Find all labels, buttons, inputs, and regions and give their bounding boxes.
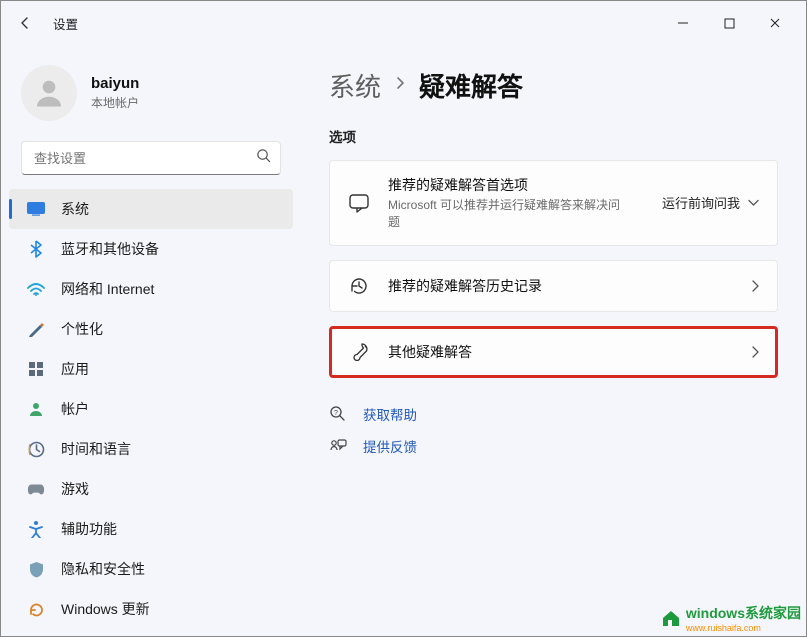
sidebar-item-apps[interactable]: 应用 <box>9 349 293 389</box>
sidebar-item-network[interactable]: 网络和 Internet <box>9 269 293 309</box>
card-recommended-history[interactable]: 推荐的疑难解答历史记录 <box>329 260 778 312</box>
user-subtitle: 本地帐户 <box>91 94 139 111</box>
privacy-icon <box>27 560 45 578</box>
watermark-brand: windows系统家园 <box>686 605 801 621</box>
accessibility-icon <box>27 520 45 538</box>
sidebar-item-privacy[interactable]: 隐私和安全性 <box>9 549 293 589</box>
sidebar-item-system[interactable]: 系统 <box>9 189 293 229</box>
sidebar-item-windows-update[interactable]: Windows 更新 <box>9 589 293 629</box>
sidebar-item-label: 系统 <box>61 199 89 219</box>
sidebar-item-label: 隐私和安全性 <box>61 559 145 579</box>
footer-links: ? 获取帮助 提供反馈 <box>329 404 778 456</box>
content: 系统 疑难解答 选项 推荐的疑难解答首选项 Microsoft 可以推荐并运行疑… <box>301 45 806 636</box>
window-controls <box>660 7 798 39</box>
preference-select[interactable]: 运行前询问我 <box>662 193 759 212</box>
gaming-icon <box>27 480 45 498</box>
system-icon <box>27 200 45 218</box>
time-icon <box>27 440 45 458</box>
sidebar: baiyun 本地帐户 系统 蓝牙和其他设备 <box>1 45 301 636</box>
select-label: 运行前询问我 <box>662 193 740 212</box>
sidebar-item-label: 应用 <box>61 359 89 379</box>
breadcrumb-root[interactable]: 系统 <box>329 67 381 104</box>
svg-text:?: ? <box>334 410 338 417</box>
personalize-icon <box>27 320 45 338</box>
close-icon <box>769 17 781 29</box>
sidebar-item-label: 帐户 <box>61 399 89 419</box>
wrench-icon <box>348 341 370 363</box>
chevron-right-icon <box>751 280 759 292</box>
minimize-icon <box>677 17 689 29</box>
maximize-button[interactable] <box>706 7 752 39</box>
card-title: 推荐的疑难解答首选项 <box>388 175 644 195</box>
card-other-troubleshooters[interactable]: 其他疑难解答 <box>329 326 778 378</box>
card-subtitle: Microsoft 可以推荐并运行疑难解答来解决问题 <box>388 197 628 231</box>
chevron-right-icon <box>751 346 759 358</box>
card-recommended-preferences: 推荐的疑难解答首选项 Microsoft 可以推荐并运行疑难解答来解决问题 运行… <box>329 160 778 246</box>
apps-icon <box>27 360 45 378</box>
sidebar-item-label: Windows 更新 <box>61 599 150 619</box>
breadcrumb-current: 疑难解答 <box>419 67 523 104</box>
user-icon <box>31 75 67 111</box>
get-help-link[interactable]: ? 获取帮助 <box>329 404 778 424</box>
feedback-icon <box>329 438 347 454</box>
sidebar-item-label: 辅助功能 <box>61 519 117 539</box>
sidebar-item-gaming[interactable]: 游戏 <box>9 469 293 509</box>
user-block[interactable]: baiyun 本地帐户 <box>1 53 301 141</box>
settings-window: 设置 baiyun 本地帐户 <box>0 0 807 637</box>
link-label: 提供反馈 <box>363 436 417 456</box>
watermark: windows系统家园 www.ruishaifa.com <box>660 603 801 633</box>
nav: 系统 蓝牙和其他设备 网络和 Internet 个性化 应用 <box>1 189 301 629</box>
section-label: 选项 <box>329 126 778 146</box>
history-icon <box>348 275 370 297</box>
window-title: 设置 <box>53 14 78 33</box>
sidebar-item-accessibility[interactable]: 辅助功能 <box>9 509 293 549</box>
user-text: baiyun 本地帐户 <box>91 75 139 111</box>
watermark-url: www.ruishaifa.com <box>686 623 801 633</box>
chevron-down-icon <box>748 195 759 210</box>
back-button[interactable] <box>9 7 41 39</box>
body: baiyun 本地帐户 系统 蓝牙和其他设备 <box>1 45 806 636</box>
chevron-right-icon <box>395 76 405 95</box>
card-title: 其他疑难解答 <box>388 342 733 362</box>
search-input[interactable] <box>21 141 281 175</box>
card-title: 推荐的疑难解答历史记录 <box>388 276 733 296</box>
minimize-button[interactable] <box>660 7 706 39</box>
arrow-left-icon <box>17 15 33 31</box>
sidebar-item-accounts[interactable]: 帐户 <box>9 389 293 429</box>
sidebar-item-label: 游戏 <box>61 479 89 499</box>
sidebar-item-time-language[interactable]: 时间和语言 <box>9 429 293 469</box>
update-icon <box>27 600 45 618</box>
card-text: 其他疑难解答 <box>388 342 733 362</box>
sidebar-item-bluetooth[interactable]: 蓝牙和其他设备 <box>9 229 293 269</box>
chat-icon <box>348 192 370 214</box>
sidebar-item-label: 个性化 <box>61 319 103 339</box>
card-text: 推荐的疑难解答历史记录 <box>388 276 733 296</box>
help-icon: ? <box>329 405 347 423</box>
account-icon <box>27 400 45 418</box>
close-button[interactable] <box>752 7 798 39</box>
house-icon <box>660 608 682 628</box>
sidebar-item-personalization[interactable]: 个性化 <box>9 309 293 349</box>
card-text: 推荐的疑难解答首选项 Microsoft 可以推荐并运行疑难解答来解决问题 <box>388 175 644 231</box>
maximize-icon <box>724 18 735 29</box>
breadcrumb: 系统 疑难解答 <box>329 67 778 104</box>
search-wrap <box>21 141 281 175</box>
link-label: 获取帮助 <box>363 404 417 424</box>
bluetooth-icon <box>27 240 45 258</box>
sidebar-item-label: 时间和语言 <box>61 439 131 459</box>
titlebar: 设置 <box>1 1 806 45</box>
give-feedback-link[interactable]: 提供反馈 <box>329 436 778 456</box>
network-icon <box>27 280 45 298</box>
sidebar-item-label: 网络和 Internet <box>61 279 154 299</box>
user-name: baiyun <box>91 75 139 92</box>
sidebar-item-label: 蓝牙和其他设备 <box>61 239 159 259</box>
avatar <box>21 65 77 121</box>
